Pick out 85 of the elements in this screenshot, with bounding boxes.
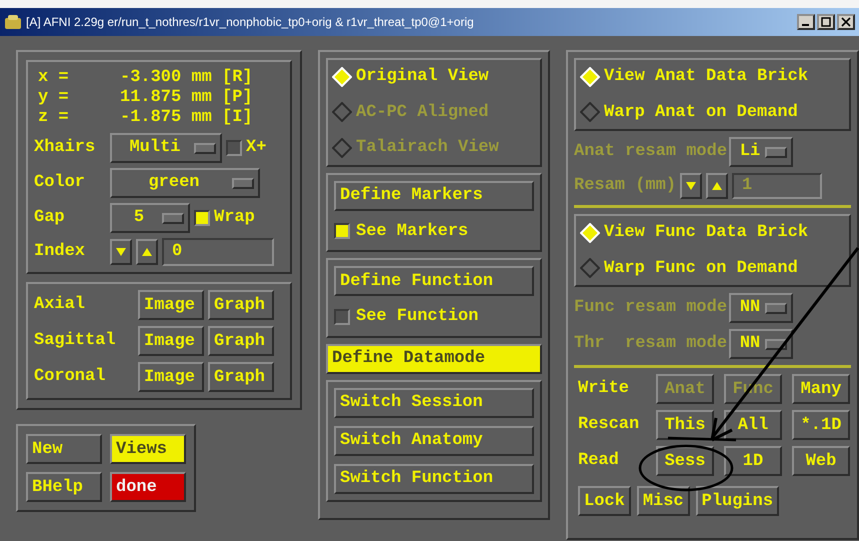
- graph-button[interactable]: Graph: [208, 362, 274, 392]
- file-row-label: Write: [578, 378, 630, 400]
- see-label: See Function: [356, 306, 478, 328]
- switch-button[interactable]: Switch Function: [334, 464, 534, 494]
- define-button[interactable]: Define Function: [334, 266, 534, 296]
- view-mode-label: Original View: [356, 66, 489, 88]
- option-menu-indicator-icon: [232, 178, 254, 188]
- arrow-down-icon[interactable]: [680, 173, 702, 199]
- option-menu-indicator-icon: [765, 302, 788, 314]
- func-option-label: Warp Func on Demand: [604, 258, 798, 280]
- coordinate-value: -3.300 mm [R]: [120, 68, 253, 88]
- minimize-icon[interactable]: [797, 14, 815, 30]
- see-label: See Markers: [356, 220, 468, 242]
- misc-button[interactable]: Misc: [636, 486, 690, 516]
- wrap-label: Wrap: [214, 207, 255, 230]
- file-button[interactable]: Web: [792, 446, 850, 476]
- view-label: Coronal: [34, 366, 106, 388]
- command-button[interactable]: Views: [110, 434, 186, 464]
- datamode-button[interactable]: Define Datamode: [326, 344, 542, 374]
- option-menu-indicator-icon: [162, 212, 184, 224]
- coordinate-label: y =: [38, 88, 70, 108]
- file-button[interactable]: Sess: [656, 446, 714, 476]
- radio-diamond[interactable]: [580, 102, 600, 122]
- resam-mode-menu[interactable]: NN: [729, 293, 794, 323]
- view-label: Sagittal: [34, 330, 117, 352]
- resam-mode-menu[interactable]: Li: [729, 137, 794, 167]
- radio-diamond[interactable]: [580, 258, 600, 278]
- file-button[interactable]: 1D: [724, 446, 782, 476]
- view-mode-label: AC-PC Aligned: [356, 102, 489, 124]
- color-label: Color: [34, 172, 86, 194]
- index-field[interactable]: 0: [162, 238, 274, 266]
- file-row-label: Read: [578, 450, 620, 472]
- xhairs-menu[interactable]: Multi: [110, 133, 222, 163]
- maximize-icon[interactable]: [817, 14, 835, 30]
- window-title: [A] AFNI 2.29g er/run_t_nothres/r1vr_nonphobic_tp0+orig & r1vr_threat_tp0@1+orig: [26, 14, 475, 31]
- view-label: Axial: [34, 294, 86, 316]
- file-button[interactable]: *.1D: [792, 410, 850, 440]
- close-icon[interactable]: [837, 14, 855, 30]
- image-button[interactable]: Image: [138, 290, 204, 320]
- graph-button[interactable]: Graph: [208, 326, 274, 356]
- resam-mode-label: Func resam mode: [574, 297, 728, 320]
- coordinate-value: -1.875 mm [I]: [120, 108, 253, 128]
- see-checkbox[interactable]: [334, 308, 350, 325]
- command-button[interactable]: done: [110, 472, 186, 502]
- file-button[interactable]: All: [724, 410, 782, 440]
- misc-button[interactable]: Lock: [578, 486, 631, 516]
- graph-button[interactable]: Graph: [208, 290, 274, 320]
- coordinate-label: x =: [38, 68, 70, 88]
- xhairs-label: Xhairs: [34, 137, 96, 160]
- file-row-label: Rescan: [578, 414, 640, 436]
- xplus-checkbox[interactable]: [226, 140, 242, 156]
- resam-size-label: Resam (mm): [574, 175, 676, 198]
- option-menu-indicator-icon: [765, 146, 788, 158]
- gap-label: Gap: [34, 207, 66, 230]
- gap-menu[interactable]: 5: [110, 203, 190, 233]
- arrow-up-icon[interactable]: [706, 173, 728, 199]
- anat-option-label: View Anat Data Brick: [604, 66, 808, 88]
- func-option-label: View Func Data Brick: [604, 222, 808, 244]
- command-button[interactable]: New: [26, 434, 102, 464]
- app-icon: [4, 13, 22, 31]
- coordinate-value: 11.875 mm [P]: [120, 88, 253, 108]
- command-button[interactable]: BHelp: [26, 472, 102, 502]
- file-button[interactable]: Many: [792, 374, 850, 404]
- resam-mode-label: Thr resam mode: [574, 333, 728, 356]
- file-button[interactable]: This: [656, 410, 714, 440]
- option-menu-indicator-icon: [194, 142, 216, 154]
- misc-button[interactable]: Plugins: [696, 486, 780, 516]
- resam-mode-menu[interactable]: NN: [729, 329, 794, 359]
- anat-option-label: Warp Anat on Demand: [604, 102, 798, 124]
- image-button[interactable]: Image: [138, 362, 204, 392]
- wrap-checkbox[interactable]: [194, 210, 210, 226]
- see-checkbox[interactable]: [334, 223, 350, 240]
- define-button[interactable]: Define Markers: [334, 180, 534, 210]
- xplus-label: X+: [246, 137, 266, 160]
- view-mode-label: Talairach View: [356, 137, 499, 159]
- image-button[interactable]: Image: [138, 326, 204, 356]
- index-label: Index: [34, 241, 86, 264]
- arrow-up-icon[interactable]: [136, 239, 158, 265]
- arrow-down-icon[interactable]: [110, 239, 132, 265]
- switch-button[interactable]: Switch Session: [334, 388, 534, 418]
- resam-mode-label: Anat resam mode: [574, 141, 728, 164]
- color-menu[interactable]: green: [110, 168, 260, 198]
- coordinate-label: z =: [38, 108, 70, 128]
- switch-button[interactable]: Switch Anatomy: [334, 426, 534, 456]
- annotation-underline: [668, 436, 736, 442]
